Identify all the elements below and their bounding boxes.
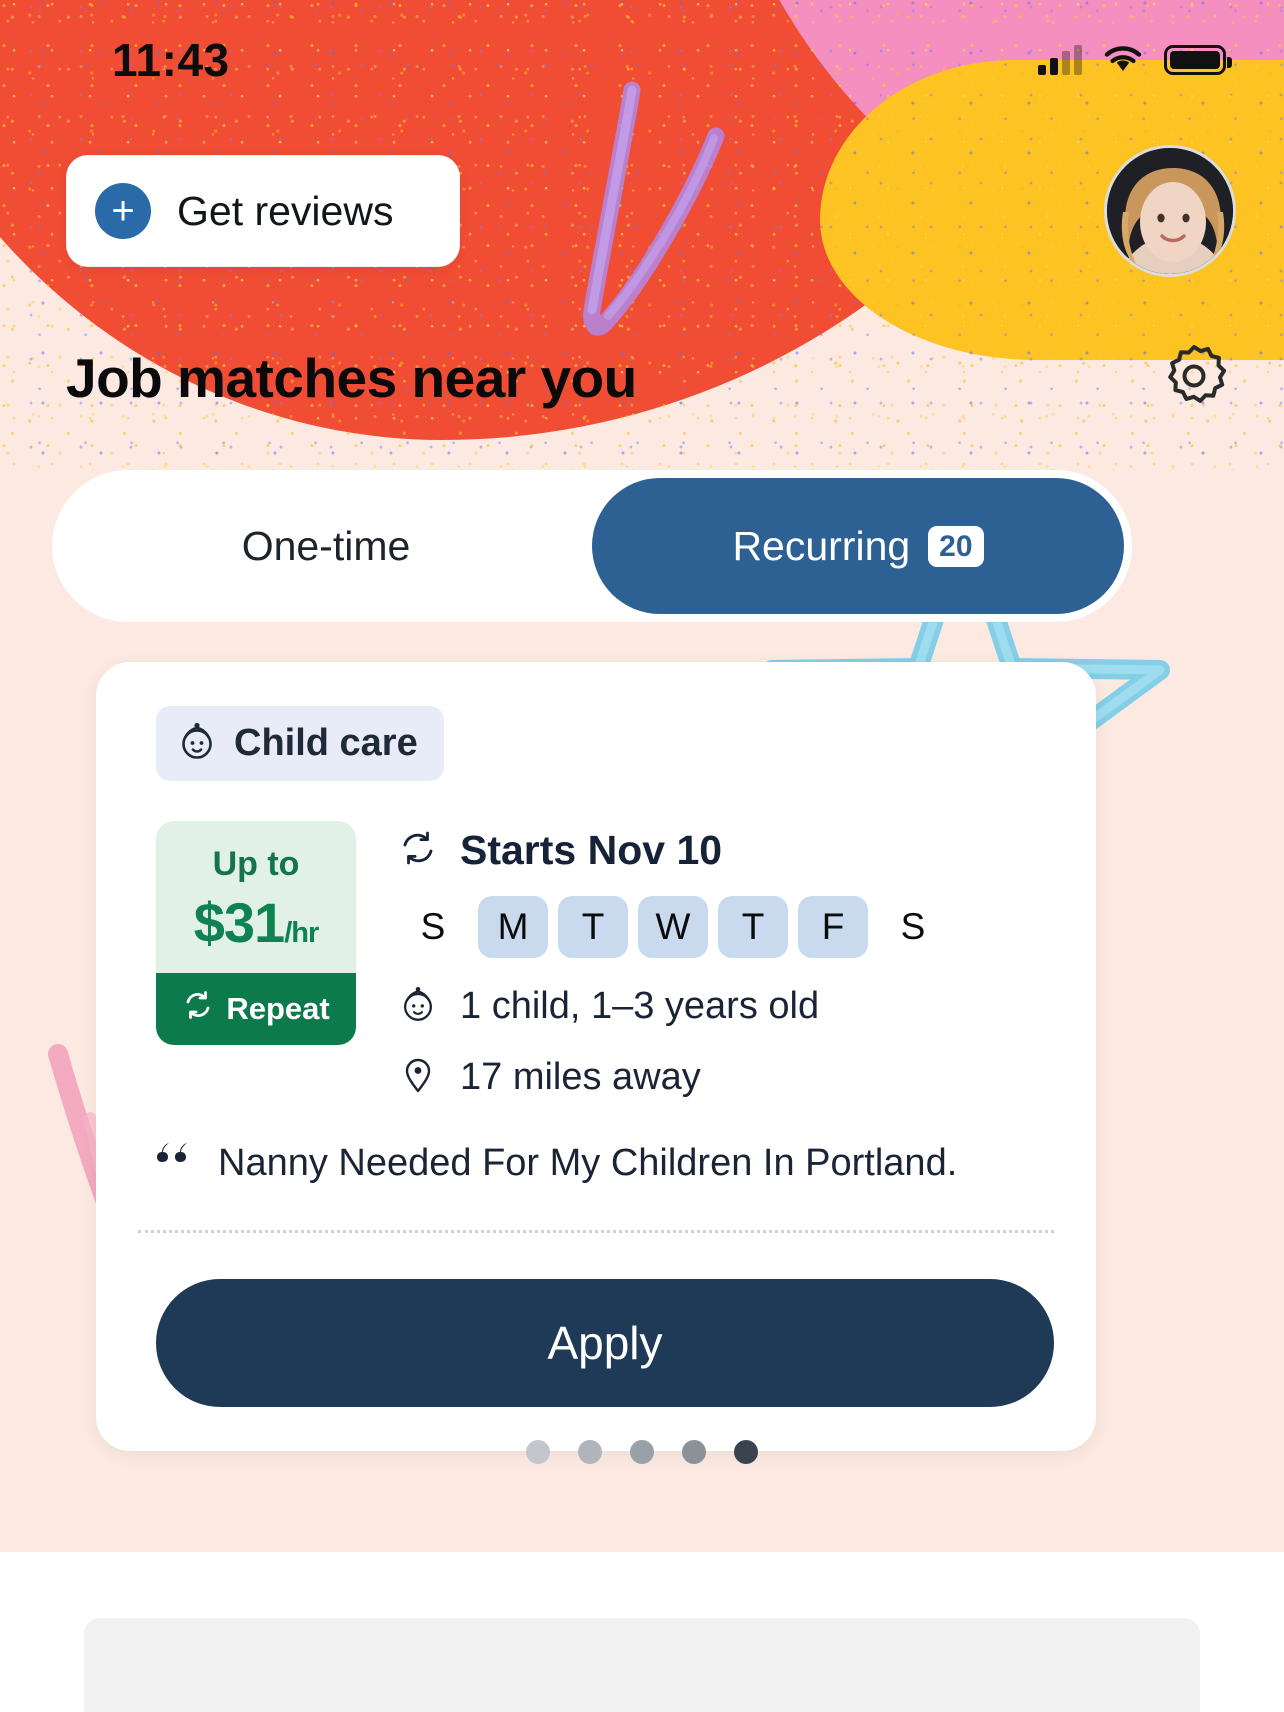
status-icons bbox=[1038, 42, 1232, 79]
day-chip-sun[interactable]: S bbox=[398, 896, 468, 958]
repeat-strip: Repeat bbox=[156, 973, 356, 1045]
category-label: Child care bbox=[234, 722, 418, 764]
day-chip-sat[interactable]: S bbox=[878, 896, 948, 958]
tab-recurring[interactable]: Recurring 20 bbox=[592, 478, 1124, 614]
plus-icon: + bbox=[95, 183, 151, 239]
pay-amount: $31 bbox=[193, 891, 285, 954]
quote-row: Nanny Needed For My Children In Portland… bbox=[156, 1140, 1054, 1188]
starts-label: Starts Nov 10 bbox=[460, 827, 723, 873]
day-chip-wed[interactable]: W bbox=[638, 896, 708, 958]
get-reviews-label: Get reviews bbox=[177, 187, 394, 234]
pay-amount-row: $31/hr bbox=[156, 895, 356, 951]
status-bar: 11:43 bbox=[0, 0, 1284, 120]
repeat-label: Repeat bbox=[226, 991, 330, 1026]
day-chip-label: M bbox=[497, 906, 529, 947]
day-chip-tue[interactable]: T bbox=[558, 896, 628, 958]
pay-unit: /hr bbox=[284, 917, 319, 949]
cellular-signal-icon bbox=[1038, 45, 1082, 75]
child-face-icon bbox=[176, 720, 218, 767]
gear-icon bbox=[1160, 342, 1228, 415]
bottom-tab-strip bbox=[84, 1618, 1200, 1712]
avatar[interactable] bbox=[1104, 145, 1236, 277]
pagination-dot-2[interactable] bbox=[578, 1440, 602, 1464]
pagination-dot-3[interactable] bbox=[630, 1440, 654, 1464]
battery-icon bbox=[1164, 45, 1232, 75]
day-chip-label: W bbox=[655, 906, 691, 947]
status-time: 11:43 bbox=[112, 34, 230, 86]
page-title: Job matches near you bbox=[66, 347, 637, 409]
get-reviews-button[interactable]: + Get reviews bbox=[66, 155, 460, 267]
card-main: Up to $31/hr Repeat Starts Nov 10 S M T … bbox=[156, 821, 1054, 1100]
day-chip-mon[interactable]: M bbox=[478, 896, 548, 958]
carousel-pagination[interactable] bbox=[0, 1440, 1284, 1464]
day-chip-fri[interactable]: F bbox=[798, 896, 868, 958]
recurring-icon bbox=[398, 828, 438, 873]
tab-one-time-label: One-time bbox=[241, 522, 411, 569]
children-row: 1 child, 1–3 years old bbox=[398, 984, 1054, 1029]
day-chip-thu[interactable]: T bbox=[718, 896, 788, 958]
settings-button[interactable] bbox=[1156, 340, 1232, 416]
pay-top: Up to $31/hr bbox=[156, 821, 356, 973]
child-face-icon bbox=[398, 984, 438, 1029]
days-row[interactable]: S M T W T F S bbox=[398, 896, 1054, 958]
job-type-toggle[interactable]: One-time Recurring 20 bbox=[52, 470, 1132, 622]
day-chip-label: T bbox=[581, 906, 605, 947]
card-divider bbox=[138, 1229, 1054, 1233]
children-text: 1 child, 1–3 years old bbox=[460, 985, 820, 1027]
job-card[interactable]: Child care Up to $31/hr Repeat Starts No… bbox=[96, 662, 1096, 1451]
pagination-dot-1[interactable] bbox=[526, 1440, 550, 1464]
quote-text: Nanny Needed For My Children In Portland… bbox=[218, 1142, 958, 1184]
app-screen: 11:43 + Get reviews Job matches near you… bbox=[0, 0, 1284, 1712]
card-info: Starts Nov 10 S M T W T F S 1 child, 1–3… bbox=[398, 821, 1054, 1100]
day-chip-label: S bbox=[420, 906, 446, 947]
pay-prefix: Up to bbox=[212, 845, 300, 883]
location-pin-icon bbox=[398, 1055, 438, 1100]
apply-button[interactable]: Apply bbox=[156, 1278, 1054, 1407]
pay-badge: Up to $31/hr Repeat bbox=[156, 821, 356, 1045]
tab-recurring-label: Recurring bbox=[732, 522, 911, 569]
day-chip-label: F bbox=[821, 906, 845, 947]
wifi-icon bbox=[1102, 42, 1144, 79]
pagination-dot-5[interactable] bbox=[734, 1440, 758, 1464]
quote-icon bbox=[156, 1140, 196, 1177]
tab-one-time[interactable]: One-time bbox=[60, 478, 592, 614]
distance-text: 17 miles away bbox=[460, 1056, 701, 1098]
day-chip-label: S bbox=[900, 906, 926, 947]
pagination-dot-4[interactable] bbox=[682, 1440, 706, 1464]
title-row: Job matches near you bbox=[0, 340, 1284, 416]
starts-row: Starts Nov 10 bbox=[398, 827, 1054, 874]
category-badge: Child care bbox=[156, 706, 444, 781]
day-chip-label: T bbox=[741, 906, 765, 947]
recurring-count-badge: 20 bbox=[928, 525, 984, 567]
distance-row: 17 miles away bbox=[398, 1055, 1054, 1100]
refresh-icon bbox=[182, 989, 214, 1029]
